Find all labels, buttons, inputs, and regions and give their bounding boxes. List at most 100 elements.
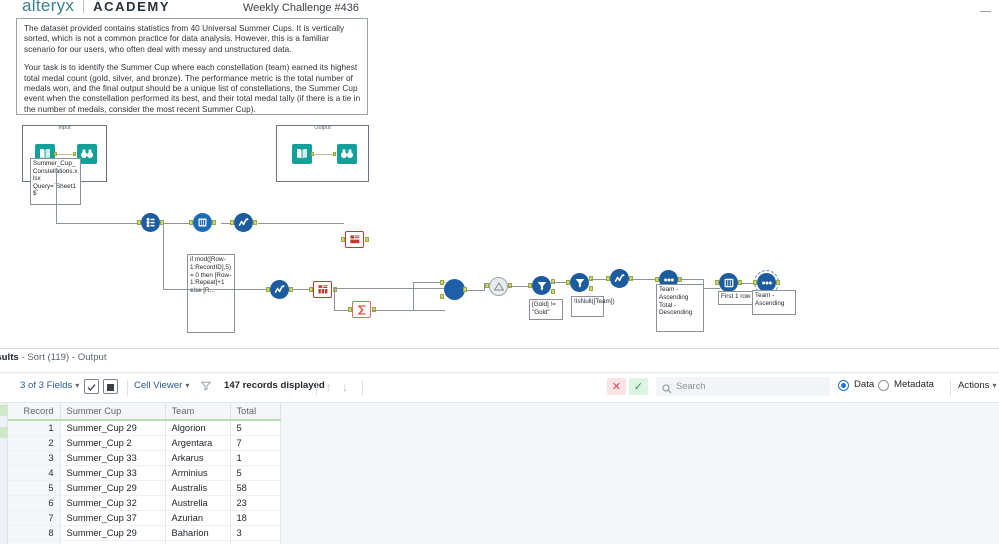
union-tool[interactable] bbox=[489, 277, 508, 296]
formula-tool[interactable] bbox=[234, 213, 253, 232]
table-row[interactable]: 4 Summer_Cup 33 Arminius 5 bbox=[8, 465, 281, 481]
container-link-output bbox=[313, 154, 334, 155]
challenge-title: Weekly Challenge #436 bbox=[243, 2, 359, 14]
connector-anchor bbox=[606, 276, 610, 281]
connector-anchor bbox=[212, 220, 216, 225]
formula-tool-3[interactable] bbox=[610, 269, 629, 288]
cell-team: Australis bbox=[165, 480, 231, 496]
cell-summer-cup: Summer_Cup 37 bbox=[60, 510, 166, 526]
select-tool[interactable] bbox=[345, 231, 364, 248]
table-row[interactable]: 9Summer_Cup 37Bahreth2 bbox=[8, 540, 281, 544]
column-header-total[interactable]: Total bbox=[230, 403, 281, 421]
column-header-team[interactable]: Team bbox=[165, 403, 231, 421]
deselect-all-fields-button[interactable] bbox=[103, 379, 118, 394]
wire bbox=[163, 223, 164, 289]
cell-record: 5 bbox=[8, 480, 61, 496]
wire bbox=[703, 279, 704, 288]
results-title-path: - Sort (119) - Output bbox=[18, 352, 107, 363]
table-row[interactable]: 2 Summer_Cup 2 Argentara 7 bbox=[8, 435, 281, 451]
container-title-input: Input bbox=[58, 125, 71, 131]
results-table: Record Summer Cup Team Total 1 Summer_Cup… bbox=[8, 403, 281, 544]
summarize-tool[interactable] bbox=[352, 301, 371, 318]
connector-anchor bbox=[137, 220, 141, 225]
confirm-button[interactable]: ✓ bbox=[629, 378, 648, 395]
wire bbox=[413, 282, 414, 311]
challenge-description: The dataset provided contains statistics… bbox=[16, 18, 368, 115]
transpose-tool[interactable] bbox=[313, 281, 332, 298]
container-link-input bbox=[56, 154, 74, 155]
actions-label: Actions bbox=[958, 380, 990, 391]
tool-container-output[interactable]: Output bbox=[276, 125, 369, 182]
cell-record: 6 bbox=[8, 495, 61, 511]
results-toolbar: 3 of 3 Fields ▾ Cell Viewer ▾ 147 records … bbox=[0, 372, 999, 403]
cell-record: 1 bbox=[8, 420, 61, 436]
search-input[interactable]: Search bbox=[656, 377, 830, 396]
table-row[interactable]: 7 Summer_Cup 37 Azurian 18 bbox=[8, 510, 281, 526]
annotation-filter-team: !IsNull([Team]) bbox=[571, 296, 615, 317]
column-header-summer-cup[interactable]: Summer Cup bbox=[60, 403, 166, 421]
cell-team: Austrella bbox=[165, 495, 231, 511]
actions-menu[interactable]: Actions ▾ bbox=[958, 380, 996, 391]
cancel-button[interactable]: ✕ bbox=[607, 378, 626, 395]
cell-team: Arkarus bbox=[165, 450, 231, 466]
cell-team: Baharion bbox=[165, 525, 231, 541]
connector-anchor bbox=[266, 287, 270, 292]
sample-tool[interactable] bbox=[719, 273, 738, 292]
results-title: esults - Sort (119) - Output bbox=[0, 352, 107, 363]
connector-anchor bbox=[440, 294, 444, 299]
arrow-down-icon[interactable]: ↓ bbox=[342, 380, 348, 394]
cell-record: 2 bbox=[8, 435, 61, 451]
table-row[interactable]: 3 Summer_Cup 33 Arkarus 1 bbox=[8, 450, 281, 466]
column-filter-button[interactable] bbox=[200, 379, 215, 394]
radio-metadata-label: Metadata bbox=[894, 379, 935, 390]
filter-tool-gold[interactable] bbox=[532, 276, 551, 295]
row-gutter bbox=[0, 403, 8, 544]
toolbar-divider bbox=[950, 380, 951, 396]
cell-viewer-label: Cell Viewer bbox=[134, 380, 183, 391]
brand-primary: alteryx bbox=[22, 0, 75, 15]
annotation-multi-row-formula: if mod([Row-1:RecordID],5) = 0 then [Row… bbox=[187, 254, 235, 333]
multi-row-formula-tool[interactable] bbox=[193, 213, 212, 232]
cell-summer-cup: Summer_Cup 29 bbox=[60, 525, 166, 541]
wire bbox=[291, 223, 344, 224]
cell-team: Arminius bbox=[165, 465, 231, 481]
cell-team: Argentara bbox=[165, 435, 231, 451]
cell-team: Azurian bbox=[165, 510, 231, 526]
browse-icon[interactable] bbox=[337, 144, 357, 164]
table-row[interactable]: 8 Summer_Cup 29 Baharion 3 bbox=[8, 525, 281, 541]
arrow-up-icon[interactable]: ↑ bbox=[326, 380, 332, 394]
cell-viewer-selector[interactable]: Cell Viewer ▾ bbox=[134, 380, 189, 391]
connector-anchor bbox=[309, 287, 313, 292]
workflow-canvas[interactable]: The dataset provided contains statistics… bbox=[0, 18, 999, 348]
cell-total: 58 bbox=[230, 480, 281, 496]
input-data-icon[interactable] bbox=[292, 144, 312, 164]
connector-anchor bbox=[715, 280, 719, 285]
cell-total: 5 bbox=[230, 465, 281, 481]
container-title-output: Output bbox=[314, 125, 331, 131]
select-all-fields-button[interactable] bbox=[84, 379, 99, 394]
connector-anchor bbox=[776, 280, 780, 285]
results-grid[interactable]: Record Summer Cup Team Total 1 Summer_Cup… bbox=[0, 403, 999, 544]
table-row[interactable]: 6 Summer_Cup 32 Austrella 23 bbox=[8, 495, 281, 511]
radio-dot bbox=[838, 380, 849, 391]
cell-summer-cup: Summer_Cup 37 bbox=[60, 540, 166, 544]
filter-tool-team[interactable] bbox=[570, 273, 589, 292]
table-row[interactable]: 1 Summer_Cup 29 Algorion 5 bbox=[8, 420, 281, 436]
minimize-icon[interactable] bbox=[980, 6, 991, 17]
join-tool[interactable] bbox=[444, 279, 465, 300]
cell-team: Bahreth bbox=[165, 540, 231, 544]
table-row[interactable]: 5 Summer_Cup 29 Australis 58 bbox=[8, 480, 281, 496]
fields-selector[interactable]: 3 of 3 Fields ▾ bbox=[20, 380, 79, 391]
cell-total: 23 bbox=[230, 495, 281, 511]
cell-summer-cup: Summer_Cup 29 bbox=[60, 420, 166, 436]
cell-summer-cup: Summer_Cup 29 bbox=[60, 480, 166, 496]
cell-total: 18 bbox=[230, 510, 281, 526]
fields-selector-label: 3 of 3 Fields bbox=[20, 380, 73, 391]
wire bbox=[163, 289, 271, 290]
record-id-tool[interactable] bbox=[141, 213, 160, 232]
column-header-record[interactable]: Record bbox=[8, 403, 61, 421]
formula-tool-2[interactable] bbox=[270, 280, 289, 299]
cell-total: 7 bbox=[230, 435, 281, 451]
table-header-row: Record Summer Cup Team Total bbox=[8, 403, 281, 421]
wire bbox=[703, 288, 720, 289]
